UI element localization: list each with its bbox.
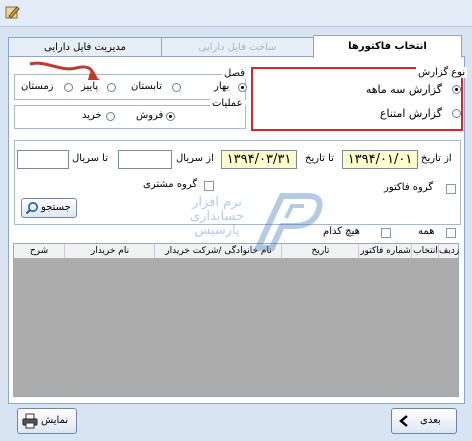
season-summer-label: تابستان — [131, 81, 162, 92]
to-date-label: تا تاریخ — [305, 153, 334, 164]
report-refusal-radio[interactable] — [452, 109, 461, 118]
search-icon — [25, 202, 38, 215]
column-buyer-name[interactable]: نام خریدار — [64, 244, 155, 258]
season-legend: فصل — [222, 68, 248, 79]
season-spring-radio[interactable] — [238, 83, 247, 92]
from-serial-input[interactable] — [118, 150, 172, 169]
operation-purchase-label: خرید — [82, 110, 102, 121]
customer-group-checkbox[interactable] — [204, 181, 214, 191]
from-date-label: از تاریخ — [421, 153, 452, 164]
column-invoice-number[interactable]: شماره فاکتور — [358, 244, 412, 258]
to-date-input[interactable]: ۱۳۹۴/۰۳/۳۱ — [221, 150, 297, 169]
report-quarterly-radio[interactable] — [452, 85, 461, 94]
from-date-input[interactable]: ۱۳۹۴/۰۱/۰۱ — [342, 150, 418, 169]
operations-legend: عملیات — [210, 98, 245, 109]
select-none-checkbox[interactable] — [381, 228, 391, 238]
invoice-group-label: گروه فاکتور — [384, 182, 434, 193]
from-serial-label: از سریال — [176, 153, 214, 164]
operation-sale-label: فروش — [136, 110, 164, 121]
operation-sale-radio[interactable] — [166, 112, 175, 121]
watermark-text: نرم افزار حسابداری پارسیس — [189, 195, 245, 238]
tab-select-invoices[interactable]: انتخاب فاکتورها — [313, 35, 462, 58]
show-button-label: نمایش — [41, 415, 69, 426]
search-button[interactable]: جستجو — [21, 198, 77, 218]
column-select[interactable]: انتخاب — [411, 244, 439, 258]
annotation-arrow-icon — [29, 61, 100, 80]
to-serial-input[interactable] — [17, 150, 69, 169]
customer-group-label: گروه مشتری — [143, 179, 198, 190]
column-row-number[interactable]: ردیف — [438, 244, 459, 258]
season-summer-radio[interactable] — [172, 83, 181, 92]
tab-manage-asset-file[interactable]: مدیریت فایل دارایی — [8, 37, 162, 57]
show-button[interactable]: نمایش — [17, 408, 77, 434]
printer-icon — [22, 413, 38, 429]
select-all-label: همه — [418, 226, 435, 237]
parsis-logo-watermark — [253, 193, 323, 251]
report-type-legend: نوع گزارش — [416, 67, 468, 78]
season-autumn-radio[interactable] — [107, 83, 116, 92]
select-none-label: هیچ کدام — [323, 226, 360, 237]
next-button[interactable]: بعدی — [391, 408, 457, 434]
chevron-left-icon — [399, 415, 408, 427]
window-titlebar — [0, 0, 472, 27]
season-spring-label: بهار — [214, 81, 230, 92]
select-all-checkbox[interactable] — [446, 228, 456, 238]
search-button-label: جستجو — [41, 202, 71, 213]
invoice-group-checkbox[interactable] — [446, 184, 456, 194]
tab-build-asset-file[interactable]: ساخت فایل دارایی — [161, 37, 314, 57]
next-button-label: بعدی — [420, 415, 441, 426]
app-icon — [5, 6, 20, 19]
to-serial-label: تا سریال — [72, 153, 109, 164]
invoice-table-body[interactable] — [13, 258, 459, 397]
operation-purchase-radio[interactable] — [106, 112, 115, 121]
report-quarterly-label: گزارش سه ماهه — [365, 83, 442, 96]
season-winter-radio[interactable] — [64, 83, 73, 92]
invoice-table-header: ردیف انتخاب شماره فاکتور تاریخ نام خانوا… — [13, 243, 459, 259]
report-refusal-label: گزارش امتناع — [379, 107, 442, 120]
column-description[interactable]: شرح — [14, 244, 64, 258]
